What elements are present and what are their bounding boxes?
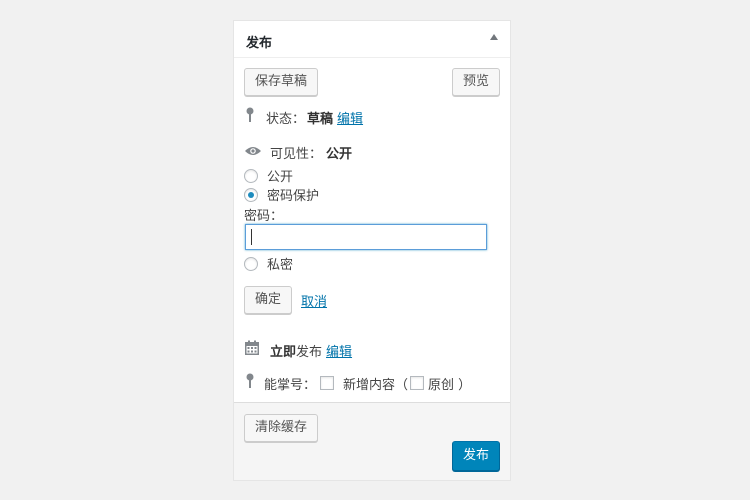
extras-label: 能掌号： — [264, 377, 317, 393]
cancel-link[interactable]: 取消 — [301, 291, 327, 310]
extras-row: 能掌号： 新增内容（ 原创 ） — [244, 373, 471, 393]
schedule-label: 发布 — [296, 344, 323, 360]
panel-title: 发布 — [246, 36, 273, 51]
radio-private[interactable] — [244, 256, 258, 271]
status-row: 状态： 草稿 编辑 — [244, 107, 363, 127]
password-label: 密码： — [244, 209, 284, 224]
radio-password-label: 密码保护 — [267, 189, 320, 204]
visibility-label: 可见性： — [270, 147, 323, 162]
pin-icon — [244, 373, 256, 393]
panel-footer: 清除缓存 发布 — [234, 402, 510, 480]
cancel-link-row: 取消 — [301, 291, 327, 310]
pin-icon — [244, 107, 256, 127]
radio-password[interactable] — [244, 187, 258, 202]
save-draft-button[interactable]: 保存草稿 — [244, 68, 319, 96]
radio-option-password[interactable]: 密码保护 — [244, 185, 319, 204]
schedule-label-strong: 立即 — [270, 344, 297, 360]
original-checkbox[interactable] — [410, 376, 425, 390]
status-label: 状态： — [266, 111, 306, 127]
panel-header: 发布 — [234, 21, 510, 58]
clear-cache-button[interactable]: 清除缓存 — [244, 414, 319, 442]
status-value: 草稿 — [307, 111, 334, 127]
radio-public-label: 公开 — [267, 170, 294, 185]
password-label-row: 密码： — [244, 205, 283, 224]
publish-button[interactable]: 发布 — [451, 441, 500, 471]
text-cursor — [251, 229, 252, 245]
status-edit-link[interactable]: 编辑 — [337, 108, 363, 127]
password-input[interactable] — [245, 224, 487, 250]
radio-option-private[interactable]: 私密 — [244, 254, 293, 273]
schedule-edit-link[interactable]: 编辑 — [326, 341, 352, 360]
radio-private-label: 私密 — [267, 258, 294, 273]
radio-option-public[interactable]: 公开 — [244, 166, 293, 185]
extras-checkbox[interactable] — [320, 376, 335, 390]
preview-button[interactable]: 预览 — [451, 68, 500, 96]
original-label: 原创 ） — [428, 377, 472, 393]
radio-public[interactable] — [244, 168, 258, 183]
ok-button[interactable]: 确定 — [244, 286, 293, 314]
collapse-arrow-icon[interactable] — [490, 34, 498, 40]
visibility-value: 公开 — [326, 147, 353, 162]
eye-icon — [244, 145, 262, 161]
visibility-row: 可见性： 公开 — [244, 143, 352, 162]
new-content-label: 新增内容（ — [343, 377, 409, 393]
calendar-icon — [244, 340, 260, 360]
schedule-row: 立即 发布 编辑 — [244, 340, 352, 360]
publish-panel: 发布 保存草稿 预览 状态： 草稿 编辑 可见性： 公开 公开 密码保护 密码：… — [233, 20, 511, 481]
